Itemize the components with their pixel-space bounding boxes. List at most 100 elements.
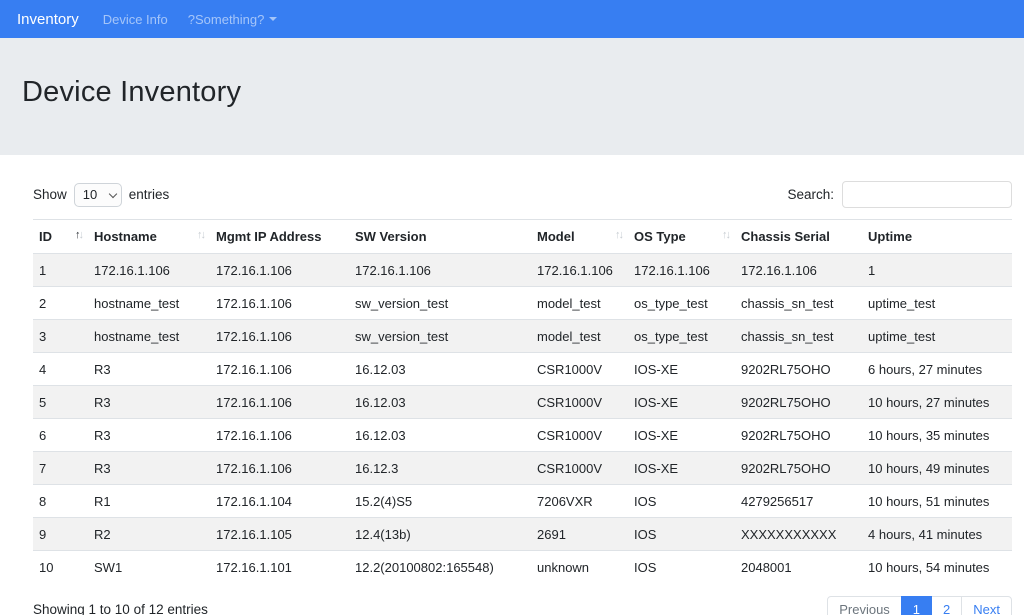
cell-uptime: 4 hours, 41 minutes [862, 518, 1012, 551]
column-header-sw-version: SW Version [349, 220, 531, 254]
column-header-model[interactable]: Model ↑↓ [531, 220, 628, 254]
cell-os-type: IOS [628, 518, 735, 551]
cell-sw-version: sw_version_test [349, 287, 531, 320]
cell-model: model_test [531, 320, 628, 353]
sort-icon: ↑↓ [615, 229, 622, 241]
search-input[interactable] [842, 181, 1012, 208]
cell-id: 3 [33, 320, 88, 353]
cell-hostname: hostname_test [88, 320, 210, 353]
column-header-hostname[interactable]: Hostname ↑↓ [88, 220, 210, 254]
column-header-label: OS Type [634, 229, 686, 244]
column-header-uptime: Uptime [862, 220, 1012, 254]
table-row: 6R3172.16.1.10616.12.03CSR1000VIOS-XE920… [33, 419, 1012, 452]
cell-os-type: os_type_test [628, 320, 735, 353]
cell-id: 5 [33, 386, 88, 419]
cell-sw-version: 16.12.3 [349, 452, 531, 485]
table-row: 1172.16.1.106172.16.1.106172.16.1.106172… [33, 254, 1012, 287]
navbar-brand[interactable]: Inventory [17, 11, 79, 28]
cell-id: 10 [33, 551, 88, 584]
pagination-page-1-button[interactable]: 1 [901, 596, 932, 615]
nav-item-device-info[interactable]: Device Info [103, 12, 168, 27]
cell-model: CSR1000V [531, 353, 628, 386]
pagination-next-button[interactable]: Next [961, 596, 1012, 615]
cell-uptime: 10 hours, 49 minutes [862, 452, 1012, 485]
search-control: Search: [787, 181, 1012, 208]
sort-icon: ↑↓ [197, 229, 204, 241]
jumbotron: Device Inventory [0, 38, 1024, 155]
cell-chassis-serial: 172.16.1.106 [735, 254, 862, 287]
cell-chassis-serial: chassis_sn_test [735, 287, 862, 320]
column-header-os-type[interactable]: OS Type ↑↓ [628, 220, 735, 254]
cell-hostname: R3 [88, 419, 210, 452]
cell-chassis-serial: 9202RL75OHO [735, 419, 862, 452]
cell-hostname: SW1 [88, 551, 210, 584]
cell-sw-version: sw_version_test [349, 320, 531, 353]
cell-mgmt-ip: 172.16.1.106 [210, 287, 349, 320]
nav-item-something-dropdown[interactable]: ?Something? [188, 12, 278, 27]
cell-model: model_test [531, 287, 628, 320]
main-content: Show 10 entries Search: ID ↑↓ [33, 181, 1012, 615]
page-size-select-wrap: 10 [74, 183, 122, 207]
cell-hostname: hostname_test [88, 287, 210, 320]
cell-mgmt-ip: 172.16.1.106 [210, 386, 349, 419]
cell-mgmt-ip: 172.16.1.105 [210, 518, 349, 551]
cell-model: CSR1000V [531, 386, 628, 419]
cell-sw-version: 16.12.03 [349, 353, 531, 386]
cell-id: 4 [33, 353, 88, 386]
nav-item-label: ?Something? [188, 12, 265, 27]
cell-uptime: uptime_test [862, 287, 1012, 320]
cell-chassis-serial: 9202RL75OHO [735, 386, 862, 419]
entries-label: entries [129, 187, 170, 202]
nav-item-label: Device Info [103, 12, 168, 27]
cell-mgmt-ip: 172.16.1.106 [210, 353, 349, 386]
cell-hostname: R1 [88, 485, 210, 518]
cell-uptime: 10 hours, 54 minutes [862, 551, 1012, 584]
cell-model: 2691 [531, 518, 628, 551]
cell-sw-version: 172.16.1.106 [349, 254, 531, 287]
navbar: Inventory Device Info ?Something? [0, 0, 1024, 38]
pagination-page-2-button[interactable]: 2 [931, 596, 962, 615]
cell-chassis-serial: XXXXXXXXXXX [735, 518, 862, 551]
cell-model: unknown [531, 551, 628, 584]
column-header-label: Chassis Serial [741, 229, 830, 244]
table-controls: Show 10 entries Search: [33, 181, 1012, 208]
table-header-row: ID ↑↓ Hostname ↑↓ Mgmt IP Address SW Ver… [33, 220, 1012, 254]
cell-chassis-serial: 4279256517 [735, 485, 862, 518]
cell-model: CSR1000V [531, 419, 628, 452]
page-size-select[interactable]: 10 [74, 183, 122, 207]
cell-id: 9 [33, 518, 88, 551]
table-row: 4R3172.16.1.10616.12.03CSR1000VIOS-XE920… [33, 353, 1012, 386]
column-header-label: Hostname [94, 229, 157, 244]
cell-os-type: IOS-XE [628, 452, 735, 485]
showing-entries-info: Showing 1 to 10 of 12 entries [33, 602, 208, 615]
cell-model: 172.16.1.106 [531, 254, 628, 287]
table-row: 8R1172.16.1.10415.2(4)S57206VXRIOS427925… [33, 485, 1012, 518]
column-header-id[interactable]: ID ↑↓ [33, 220, 88, 254]
cell-hostname: R2 [88, 518, 210, 551]
cell-id: 1 [33, 254, 88, 287]
table-row: 10SW1172.16.1.10112.2(20100802:165548)un… [33, 551, 1012, 584]
column-header-chassis-serial: Chassis Serial [735, 220, 862, 254]
table-row: 9R2172.16.1.10512.4(13b)2691IOSXXXXXXXXX… [33, 518, 1012, 551]
cell-os-type: os_type_test [628, 287, 735, 320]
cell-mgmt-ip: 172.16.1.104 [210, 485, 349, 518]
column-header-label: Uptime [868, 229, 912, 244]
cell-mgmt-ip: 172.16.1.106 [210, 320, 349, 353]
show-label: Show [33, 187, 67, 202]
page-title: Device Inventory [22, 76, 1002, 109]
cell-os-type: IOS-XE [628, 386, 735, 419]
cell-os-type: 172.16.1.106 [628, 254, 735, 287]
cell-mgmt-ip: 172.16.1.101 [210, 551, 349, 584]
cell-uptime: 6 hours, 27 minutes [862, 353, 1012, 386]
cell-id: 7 [33, 452, 88, 485]
cell-id: 6 [33, 419, 88, 452]
table-row: 7R3172.16.1.10616.12.3CSR1000VIOS-XE9202… [33, 452, 1012, 485]
cell-chassis-serial: 2048001 [735, 551, 862, 584]
pagination-previous-button[interactable]: Previous [827, 596, 902, 615]
column-header-label: ID [39, 229, 52, 244]
cell-os-type: IOS [628, 551, 735, 584]
cell-id: 8 [33, 485, 88, 518]
table-row: 5R3172.16.1.10616.12.03CSR1000VIOS-XE920… [33, 386, 1012, 419]
cell-hostname: R3 [88, 353, 210, 386]
cell-mgmt-ip: 172.16.1.106 [210, 452, 349, 485]
